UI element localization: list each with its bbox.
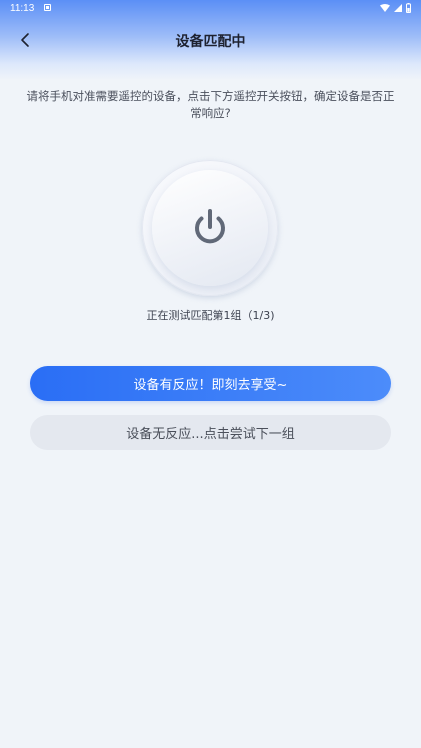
nav-bar: 设备匹配中: [0, 22, 421, 58]
device-responded-button[interactable]: 设备有反应！即刻去享受~: [30, 366, 391, 401]
page-title: 设备匹配中: [175, 33, 246, 49]
power-icon: [195, 209, 225, 244]
status-icons: [380, 3, 411, 13]
status-bar: 11:13: [0, 0, 421, 18]
power-button-ring: [142, 160, 278, 296]
try-next-group-button[interactable]: 设备无反应...点击尝试下一组: [30, 415, 391, 450]
instruction-text: 请将手机对准需要遥控的设备，点击下方遥控开关按钮，确定设备是否正常响应?: [26, 89, 395, 120]
wifi-icon: [380, 4, 390, 12]
signal-icon: [394, 4, 402, 12]
status-time: 11:13: [10, 3, 35, 14]
notification-icon: [44, 4, 51, 11]
battery-icon: [406, 3, 411, 13]
match-progress-text: 正在测试匹配第1组（1/3): [146, 309, 275, 322]
power-button[interactable]: [152, 170, 268, 286]
